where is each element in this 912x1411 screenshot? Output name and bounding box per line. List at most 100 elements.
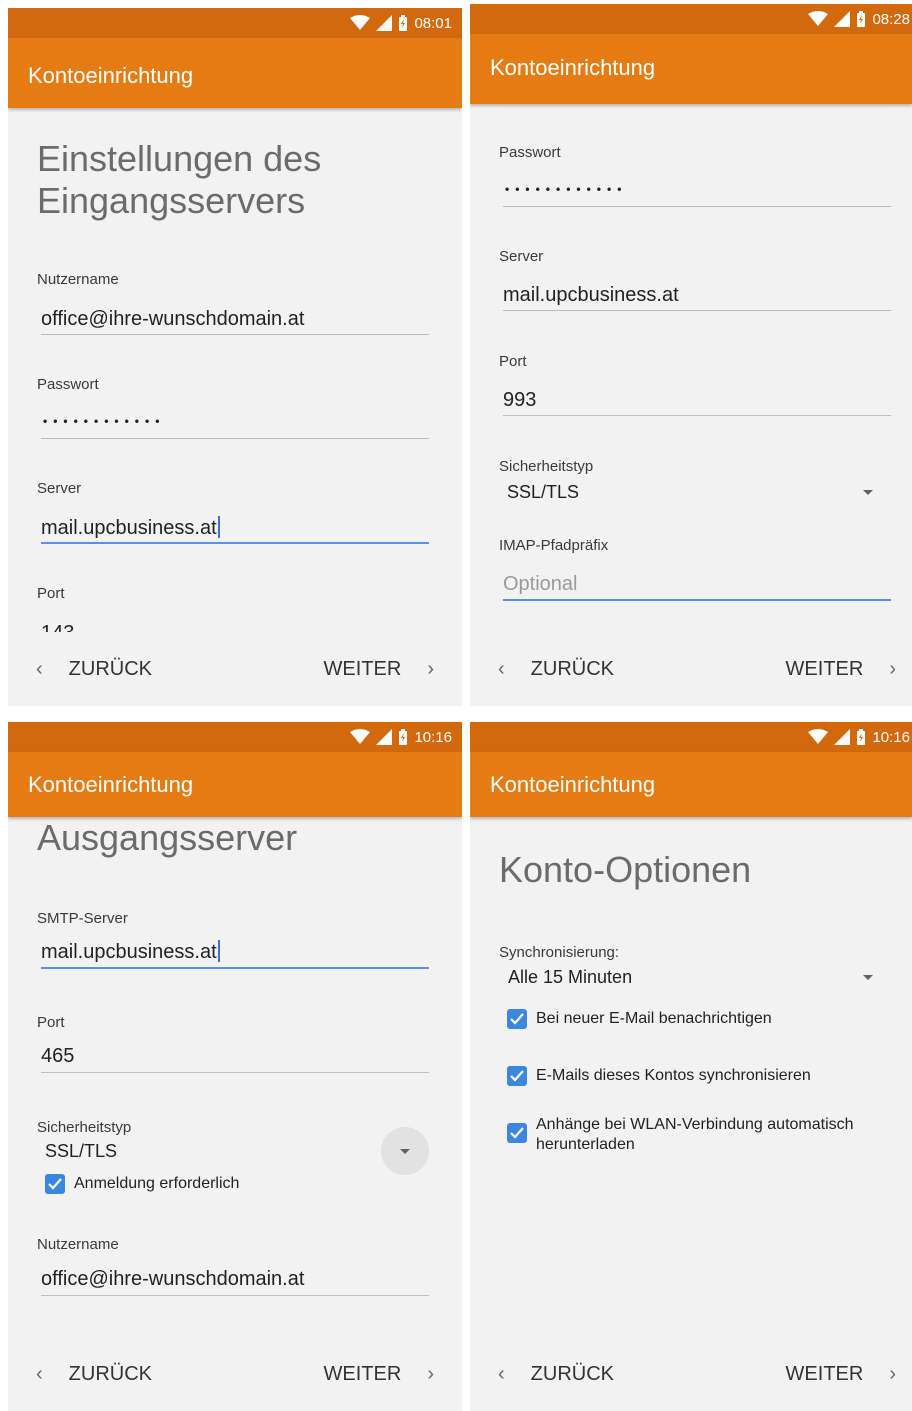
port-input[interactable]: 465 xyxy=(41,1045,74,1068)
wifi-icon xyxy=(350,729,371,744)
sync-frequency-select[interactable]: Alle 15 Minuten xyxy=(508,967,632,988)
port-underline xyxy=(41,1072,429,1073)
chevron-right-icon: › xyxy=(427,1363,434,1385)
battery-icon xyxy=(399,729,408,745)
next-label: WEITER xyxy=(785,1363,864,1385)
password-label: Passwort xyxy=(37,376,99,393)
port-underline xyxy=(503,415,891,416)
next-button[interactable]: WEITER › xyxy=(324,658,434,681)
text-caret xyxy=(217,516,220,538)
imap-prefix-label: IMAP-Pfadpräfix xyxy=(499,537,609,554)
status-bar: 10:16 xyxy=(470,722,912,752)
back-label: ZURÜCK xyxy=(68,1363,153,1385)
battery-icon xyxy=(857,729,866,745)
username-label: Nutzername xyxy=(37,271,119,288)
scrolled-field-underline xyxy=(503,104,891,105)
auto-download-line-2: herunterladen xyxy=(536,1136,635,1153)
checkmark-icon xyxy=(48,1178,62,1190)
app-bar: Kontoeinrichtung xyxy=(470,34,912,104)
smtp-server-underline xyxy=(41,967,429,969)
port-label: Port xyxy=(37,585,65,602)
security-type-select[interactable]: SSL/TLS xyxy=(507,482,579,503)
security-type-select[interactable]: SSL/TLS xyxy=(45,1141,117,1162)
security-type-label: Sicherheitstyp xyxy=(37,1119,132,1136)
checkmark-icon xyxy=(510,1127,524,1139)
checkmark-icon xyxy=(510,1013,524,1025)
imap-prefix-underline xyxy=(503,599,891,601)
signal-icon xyxy=(376,729,393,745)
username-input[interactable]: office@ihre-wunschdomain.at xyxy=(41,1268,304,1291)
security-type-label: Sicherheitstyp xyxy=(499,458,594,475)
password-input[interactable]: •••••••••••• xyxy=(43,414,165,428)
dropdown-button[interactable] xyxy=(381,1127,429,1175)
battery-icon xyxy=(399,15,408,31)
notify-new-mail-label: Bei neuer E-Mail benachrichtigen xyxy=(536,1010,772,1027)
smtp-server-value: mail.upcbusiness.at xyxy=(41,941,217,963)
app-title: Kontoeinrichtung xyxy=(28,772,194,797)
page-title-line-1: Einstellungen des xyxy=(37,138,322,179)
app-bar: Kontoeinrichtung xyxy=(8,752,462,817)
port-label: Port xyxy=(37,1014,65,1031)
auto-download-attachments-checkbox[interactable] xyxy=(507,1123,527,1143)
server-underline xyxy=(503,310,891,311)
page-title-line-2: Eingangsservers xyxy=(37,180,306,221)
server-input[interactable]: mail.upcbusiness.at xyxy=(41,516,220,540)
login-required-label: Anmeldung erforderlich xyxy=(74,1175,240,1192)
dropdown-arrow-icon xyxy=(863,975,873,980)
screen-incoming-settings-scrolled: 08:28 Kontoeinrichtung Passwort ••••••••… xyxy=(470,4,912,706)
smtp-server-input[interactable]: mail.upcbusiness.at xyxy=(41,940,220,964)
text-caret xyxy=(217,940,220,962)
back-button[interactable]: ‹ ZURÜCK xyxy=(36,1363,152,1386)
checkmark-icon xyxy=(510,1070,524,1082)
status-bar: 08:01 xyxy=(8,8,462,38)
dropdown-arrow-icon xyxy=(863,490,873,495)
next-button[interactable]: WEITER › xyxy=(324,1363,434,1386)
imap-prefix-input[interactable]: Optional xyxy=(503,573,578,596)
port-input[interactable]: 993 xyxy=(503,389,536,412)
status-bar: 10:16 xyxy=(8,722,462,752)
back-label: ZURÜCK xyxy=(530,1363,615,1385)
chevron-right-icon: › xyxy=(427,658,434,680)
signal-icon xyxy=(834,11,851,27)
clock: 08:28 xyxy=(872,10,910,28)
bottom-nav: ‹ ZURÜCK WEITER › xyxy=(470,632,912,706)
sync-label: Synchronisierung: xyxy=(499,944,620,961)
back-button[interactable]: ‹ ZURÜCK xyxy=(498,1363,614,1386)
next-button[interactable]: WEITER › xyxy=(786,658,896,681)
page-title: Ausgangsserver xyxy=(37,817,298,858)
signal-icon xyxy=(376,15,393,31)
next-button[interactable]: WEITER › xyxy=(786,1363,896,1386)
server-input[interactable]: mail.upcbusiness.at xyxy=(503,284,679,307)
username-label: Nutzername xyxy=(37,1236,119,1253)
username-underline xyxy=(41,334,429,335)
signal-icon xyxy=(834,729,851,745)
login-required-checkbox[interactable] xyxy=(45,1174,65,1194)
back-label: ZURÜCK xyxy=(68,658,153,680)
bottom-nav: ‹ ZURÜCK WEITER › xyxy=(8,632,462,706)
wifi-icon xyxy=(350,15,371,30)
port-input[interactable]: 143 xyxy=(41,622,74,632)
page-title: Einstellungen des Eingangsservers xyxy=(37,138,321,222)
app-title: Kontoeinrichtung xyxy=(490,55,656,80)
dropdown-arrow-icon xyxy=(400,1149,410,1154)
back-button[interactable]: ‹ ZURÜCK xyxy=(36,658,152,681)
app-bar: Kontoeinrichtung xyxy=(8,38,462,108)
battery-icon xyxy=(857,11,866,27)
auto-download-attachments-label: Anhänge bei WLAN-Verbindung automatisch … xyxy=(536,1115,854,1155)
bottom-nav: ‹ ZURÜCK WEITER › xyxy=(8,1337,462,1411)
chevron-right-icon: › xyxy=(889,1363,896,1385)
username-input[interactable]: office@ihre-wunschdomain.at xyxy=(41,308,304,331)
back-button[interactable]: ‹ ZURÜCK xyxy=(498,658,614,681)
password-underline xyxy=(41,438,429,439)
form-content: Ausgangsserver SMTP-Server mail.upcbusin… xyxy=(8,817,462,1337)
next-label: WEITER xyxy=(323,658,402,680)
sync-account-checkbox[interactable] xyxy=(507,1066,527,1086)
next-label: WEITER xyxy=(323,1363,402,1385)
clock: 10:16 xyxy=(414,728,452,746)
password-input[interactable]: •••••••••••• xyxy=(505,182,627,196)
screen-account-options: 10:16 Kontoeinrichtung Konto-Optionen Sy… xyxy=(470,722,912,1411)
password-label: Passwort xyxy=(499,144,561,161)
back-label: ZURÜCK xyxy=(530,658,615,680)
notify-new-mail-checkbox[interactable] xyxy=(507,1009,527,1029)
form-content: Einstellungen des Eingangsservers Nutzer… xyxy=(8,108,462,632)
